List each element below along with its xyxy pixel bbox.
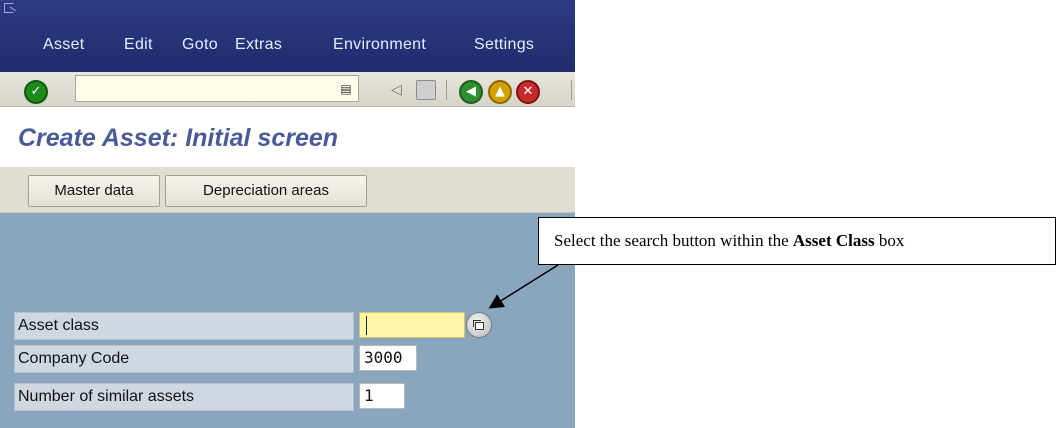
command-field-history-icon[interactable]: ▤ (339, 81, 353, 97)
asset-class-input[interactable] (359, 312, 465, 338)
master-data-button[interactable]: Master data (28, 175, 160, 207)
menu-edit[interactable]: Edit (124, 36, 153, 54)
toolbar-separator (571, 80, 572, 100)
exit-icon[interactable]: ▲ (488, 80, 512, 104)
menu-goto[interactable]: Goto (182, 36, 218, 54)
save-icon[interactable] (416, 80, 436, 100)
toolbar-separator (446, 80, 447, 100)
callout-bold-text: Asset Class (792, 231, 875, 250)
system-menu-icon[interactable] (4, 3, 14, 13)
asset-class-label: Asset class (18, 317, 99, 334)
similar-assets-input[interactable]: 1 (359, 383, 405, 409)
callout-text-after: box (874, 231, 905, 250)
command-field[interactable] (75, 75, 359, 102)
back-arrow-icon[interactable]: ◁ (391, 82, 402, 98)
menu-asset[interactable]: Asset (43, 36, 85, 54)
similar-assets-label: Number of similar assets (18, 388, 195, 405)
search-help-icon[interactable] (466, 312, 492, 338)
enter-check-icon[interactable]: ✓ (24, 80, 48, 104)
menu-extras[interactable]: Extras (235, 36, 282, 54)
sap-window: Asset Edit Goto Extras Environment Setti… (0, 0, 575, 428)
text-cursor (366, 316, 367, 335)
menu-environment[interactable]: Environment (333, 36, 426, 54)
cancel-icon[interactable]: ✕ (516, 80, 540, 104)
instruction-callout: Select the search button within the Asse… (538, 217, 1056, 265)
callout-text-before: Select the search button within the (554, 231, 793, 250)
back-icon[interactable]: ◀ (459, 80, 483, 104)
page-title: Create Asset: Initial screen (18, 124, 339, 152)
menu-settings[interactable]: Settings (474, 36, 534, 54)
menu-bar: Asset Edit Goto Extras Environment Setti… (0, 0, 575, 72)
company-code-input[interactable]: 3000 (359, 345, 417, 371)
depreciation-areas-button[interactable]: Depreciation areas (165, 175, 367, 207)
company-code-label: Company Code (18, 350, 130, 367)
